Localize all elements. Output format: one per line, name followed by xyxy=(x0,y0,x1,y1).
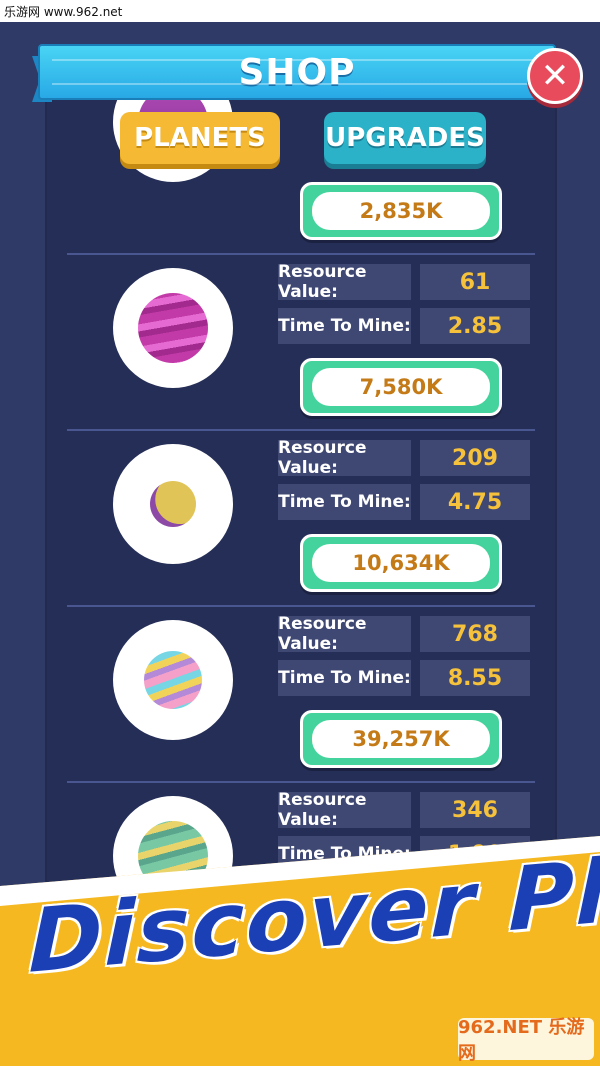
time-to-mine-value: 4.75 xyxy=(420,484,530,520)
planet-icon xyxy=(138,293,208,363)
divider xyxy=(67,605,535,607)
time-to-mine-label: Time To Mine: xyxy=(278,660,411,696)
planet-icon xyxy=(144,651,202,709)
divider xyxy=(67,253,535,255)
divider xyxy=(67,781,535,783)
planet-frame xyxy=(113,444,233,564)
divider xyxy=(67,429,535,431)
tab-planets[interactable]: PLANETS xyxy=(120,112,280,164)
buy-button[interactable]: ₵ 2,835K xyxy=(300,182,502,240)
time-to-mine-value: 2.85 xyxy=(420,308,530,344)
resource-value: 209 xyxy=(420,440,530,476)
price-label: 10,634K xyxy=(312,544,490,582)
list-item: Resource Value: 768 Time To Mine: 8.55 ₵… xyxy=(45,614,557,796)
watermark-top: 乐游网 www.962.net xyxy=(0,0,600,22)
planet-icon xyxy=(150,481,196,527)
time-to-mine-value: 8.55 xyxy=(420,660,530,696)
list-item: Resource Value: 61 Time To Mine: 2.85 ₵ … xyxy=(45,262,557,444)
price-label: 7,580K xyxy=(312,368,490,406)
time-to-mine-label: Time To Mine: xyxy=(278,308,411,344)
resource-value: 346 xyxy=(420,792,530,828)
buy-button[interactable]: ₵ 39,257K xyxy=(300,710,502,768)
tab-upgrades[interactable]: UPGRADES xyxy=(324,112,486,164)
planet-frame xyxy=(113,620,233,740)
buy-button[interactable]: ₵ 7,580K xyxy=(300,358,502,416)
price-label: 2,835K xyxy=(312,192,490,230)
resource-value: 768 xyxy=(420,616,530,652)
resource-value-label: Resource Value: xyxy=(278,262,411,302)
resource-value-label: Resource Value: xyxy=(278,790,411,830)
price-label: 39,257K xyxy=(312,720,490,758)
resource-value-label: Resource Value: xyxy=(278,438,411,478)
close-icon: ✕ xyxy=(540,56,570,96)
buy-button[interactable]: ₵ 10,634K xyxy=(300,534,502,592)
resource-value: 61 xyxy=(420,264,530,300)
close-button[interactable]: ✕ xyxy=(527,48,583,104)
planet-frame xyxy=(113,268,233,388)
resource-value-label: Resource Value: xyxy=(278,614,411,654)
list-item: Resource Value: 209 Time To Mine: 4.75 ₵… xyxy=(45,438,557,620)
time-to-mine-label: Time To Mine: xyxy=(278,484,411,520)
shop-title: SHOP xyxy=(238,51,356,93)
shop-header: SHOP xyxy=(38,44,556,100)
watermark-bottom: 962.NET 乐游网 xyxy=(458,1017,594,1064)
